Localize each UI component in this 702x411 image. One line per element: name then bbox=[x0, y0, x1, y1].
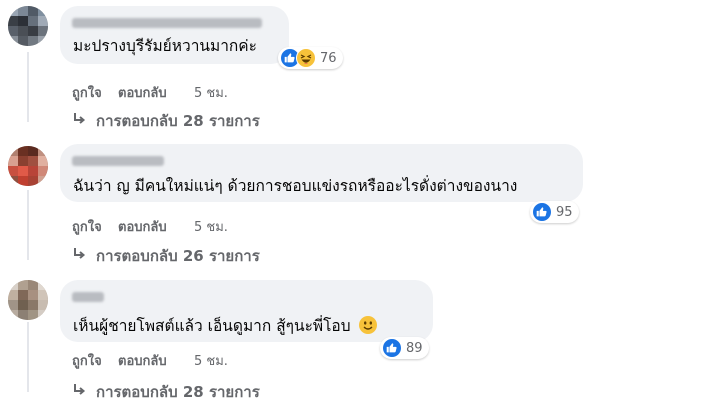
replies-label: การตอบกลับ 28 รายการ bbox=[96, 383, 260, 401]
like-button[interactable]: ถูกใจ bbox=[72, 216, 118, 237]
reaction-count: 95 bbox=[556, 204, 573, 220]
like-button[interactable]: ถูกใจ bbox=[72, 82, 118, 103]
like-icon bbox=[532, 202, 552, 222]
author-name[interactable] bbox=[72, 292, 104, 302]
author-name[interactable] bbox=[72, 156, 164, 166]
reaction-summary[interactable]: 89 bbox=[380, 337, 429, 359]
thread-line bbox=[27, 52, 29, 122]
reply-button[interactable]: ตอบกลับ bbox=[118, 82, 194, 103]
avatar[interactable] bbox=[8, 146, 48, 186]
like-button[interactable]: ถูกใจ bbox=[72, 350, 118, 371]
view-replies-link[interactable]: การตอบกลับ 28 รายการ bbox=[72, 380, 260, 404]
comment-actions: ถูกใจ ตอบกลับ 5 ชม. bbox=[72, 82, 228, 103]
reaction-summary[interactable]: 76 bbox=[278, 47, 343, 69]
timestamp[interactable]: 5 ชม. bbox=[194, 82, 228, 103]
thread-line bbox=[27, 190, 29, 260]
view-replies-link[interactable]: การตอบกลับ 28 รายการ bbox=[72, 109, 260, 133]
view-replies-link[interactable]: การตอบกลับ 26 รายการ bbox=[72, 244, 260, 268]
timestamp[interactable]: 5 ชม. bbox=[194, 350, 228, 371]
replies-label: การตอบกลับ 28 รายการ bbox=[96, 112, 260, 130]
comment-text-content: เห็นผู้ชายโพสต์แล้ว เอ็นดูมาก สู้ๆนะพี่โ… bbox=[73, 317, 351, 335]
comment-actions: ถูกใจ ตอบกลับ 5 ชม. bbox=[72, 350, 228, 371]
avatar[interactable] bbox=[8, 280, 48, 320]
reply-arrow-icon bbox=[72, 247, 86, 265]
comment-text: มะปรางบุรีรัมย์หวานมากค่ะ bbox=[73, 37, 257, 55]
comment-text: ฉันว่า ญ มีคนใหม่แน่ๆ ด้วยการชอบแข่งรถหร… bbox=[73, 177, 518, 195]
thread-line bbox=[27, 322, 29, 392]
reaction-count: 89 bbox=[406, 340, 423, 356]
reply-button[interactable]: ตอบกลับ bbox=[118, 216, 194, 237]
comment-bubble: มะปรางบุรีรัมย์หวานมากค่ะ bbox=[60, 6, 289, 64]
timestamp[interactable]: 5 ชม. bbox=[194, 216, 228, 237]
comment-bubble: เห็นผู้ชายโพสต์แล้ว เอ็นดูมาก สู้ๆนะพี่โ… bbox=[60, 280, 433, 342]
comment-text: เห็นผู้ชายโพสต์แล้ว เอ็นดูมาก สู้ๆนะพี่โ… bbox=[73, 316, 377, 336]
reply-arrow-icon bbox=[72, 112, 86, 130]
haha-icon bbox=[296, 48, 316, 68]
comment-actions: ถูกใจ ตอบกลับ 5 ชม. bbox=[72, 216, 228, 237]
author-name[interactable] bbox=[72, 18, 262, 28]
smiling-face-icon bbox=[358, 316, 377, 334]
reaction-count: 76 bbox=[320, 50, 337, 66]
reaction-summary[interactable]: 95 bbox=[530, 201, 579, 223]
comment-bubble: ฉันว่า ญ มีคนใหม่แน่ๆ ด้วยการชอบแข่งรถหร… bbox=[60, 144, 583, 202]
reply-arrow-icon bbox=[72, 383, 86, 401]
replies-label: การตอบกลับ 26 รายการ bbox=[96, 247, 260, 265]
reply-button[interactable]: ตอบกลับ bbox=[118, 350, 194, 371]
like-icon bbox=[382, 338, 402, 358]
avatar[interactable] bbox=[8, 6, 48, 46]
